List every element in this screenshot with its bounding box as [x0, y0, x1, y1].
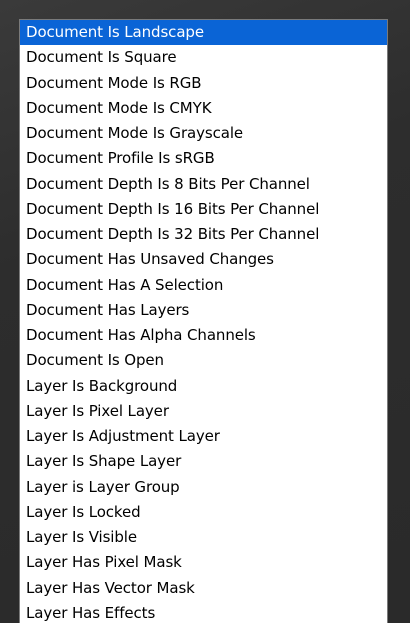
list-item-layer-is-shape-layer[interactable]: Layer Is Shape Layer	[20, 449, 387, 474]
list-item-document-is-open[interactable]: Document Is Open	[20, 348, 387, 373]
list-item-layer-is-visible[interactable]: Layer Is Visible	[20, 525, 387, 550]
list-item-layer-is-locked[interactable]: Layer Is Locked	[20, 500, 387, 525]
condition-dropdown-list[interactable]: Document Is Landscape Document Is Square…	[19, 19, 388, 623]
list-item-layer-is-adjustment-layer[interactable]: Layer Is Adjustment Layer	[20, 424, 387, 449]
list-item-document-profile-is-srgb[interactable]: Document Profile Is sRGB	[20, 146, 387, 171]
list-item-document-mode-is-grayscale[interactable]: Document Mode Is Grayscale	[20, 121, 387, 146]
list-item-document-mode-is-cmyk[interactable]: Document Mode Is CMYK	[20, 96, 387, 121]
list-item-document-depth-16-bits[interactable]: Document Depth Is 16 Bits Per Channel	[20, 197, 387, 222]
list-item-layer-has-vector-mask[interactable]: Layer Has Vector Mask	[20, 576, 387, 601]
list-item-document-has-layers[interactable]: Document Has Layers	[20, 298, 387, 323]
list-item-document-mode-is-rgb[interactable]: Document Mode Is RGB	[20, 71, 387, 96]
list-item-document-depth-8-bits[interactable]: Document Depth Is 8 Bits Per Channel	[20, 172, 387, 197]
list-item-layer-is-background[interactable]: Layer Is Background	[20, 374, 387, 399]
list-item-layer-is-layer-group[interactable]: Layer is Layer Group	[20, 475, 387, 500]
list-item-document-has-a-selection[interactable]: Document Has A Selection	[20, 273, 387, 298]
list-item-document-has-alpha-channels[interactable]: Document Has Alpha Channels	[20, 323, 387, 348]
list-item-layer-has-effects[interactable]: Layer Has Effects	[20, 601, 387, 623]
list-item-document-is-square[interactable]: Document Is Square	[20, 45, 387, 70]
list-item-layer-has-pixel-mask[interactable]: Layer Has Pixel Mask	[20, 550, 387, 575]
list-item-document-has-unsaved-changes[interactable]: Document Has Unsaved Changes	[20, 247, 387, 272]
list-item-document-is-landscape[interactable]: Document Is Landscape	[20, 20, 387, 46]
list-item-layer-is-pixel-layer[interactable]: Layer Is Pixel Layer	[20, 399, 387, 424]
list-item-document-depth-32-bits[interactable]: Document Depth Is 32 Bits Per Channel	[20, 222, 387, 247]
